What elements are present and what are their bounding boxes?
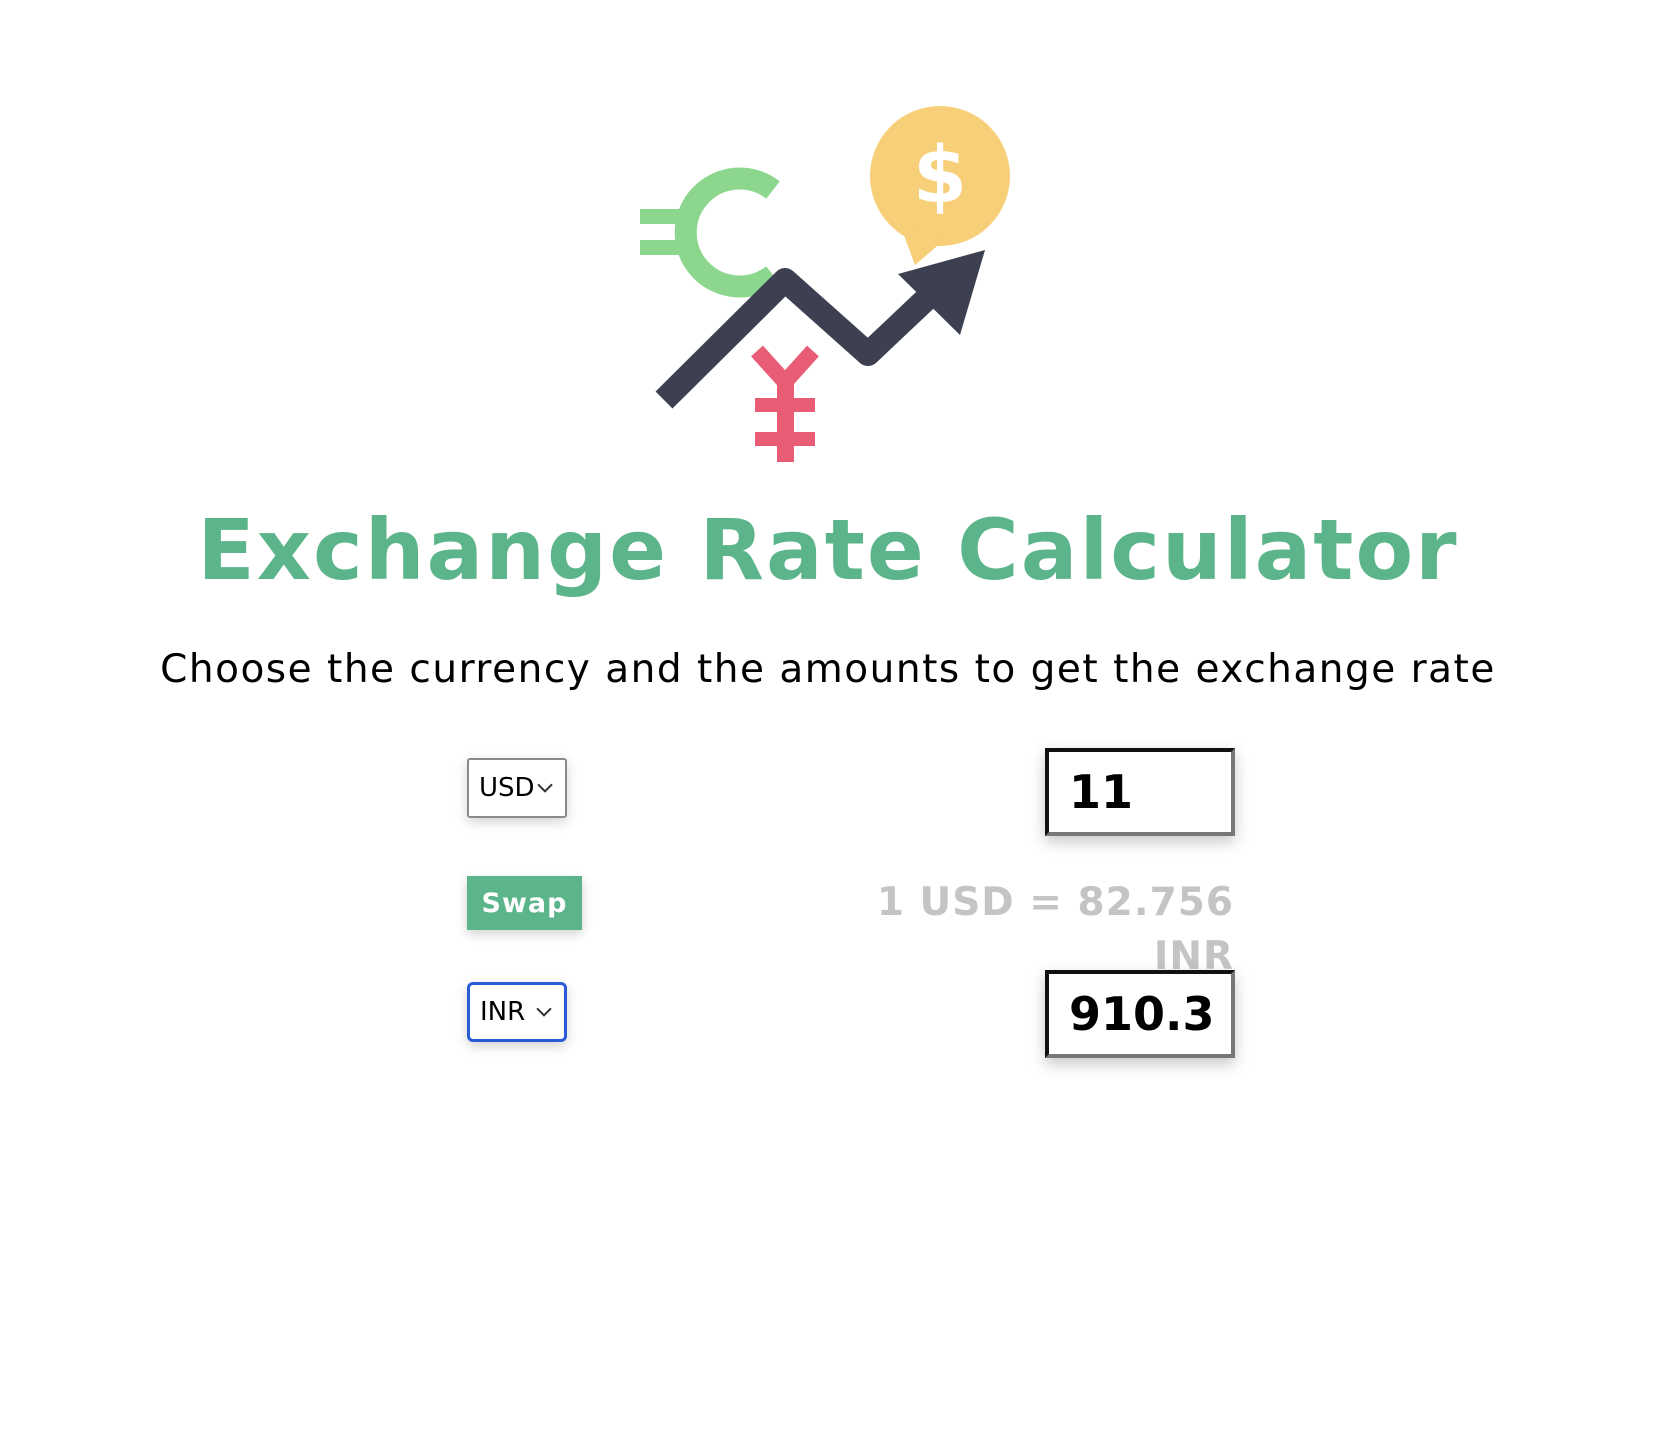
dollar-bubble-icon: $ bbox=[870, 106, 1010, 265]
to-currency-value: INR bbox=[480, 997, 526, 1027]
to-amount-input[interactable]: 910.3 bbox=[1045, 970, 1235, 1058]
from-currency-select[interactable]: USD bbox=[467, 758, 567, 818]
exchange-logo: $ bbox=[640, 106, 1010, 462]
chevron-down-icon bbox=[536, 1007, 552, 1017]
to-currency-select[interactable]: INR bbox=[467, 982, 567, 1042]
chevron-down-icon bbox=[537, 783, 553, 793]
swap-button[interactable]: Swap bbox=[467, 876, 582, 930]
page-subtitle: Choose the currency and the amounts to g… bbox=[160, 647, 1496, 692]
page-title: Exchange Rate Calculator bbox=[197, 501, 1459, 599]
from-currency-value: USD bbox=[479, 773, 535, 803]
exchange-rate-text: 1 USD = 82.756 INR bbox=[876, 880, 1234, 979]
yen-icon bbox=[751, 345, 819, 462]
dollar-glyph: $ bbox=[913, 131, 967, 221]
euro-icon bbox=[640, 167, 780, 298]
from-amount-input[interactable]: 11 bbox=[1045, 748, 1235, 836]
